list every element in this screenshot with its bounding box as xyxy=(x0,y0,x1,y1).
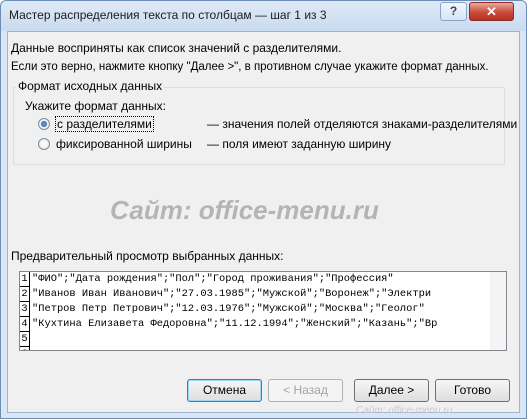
preview-row: 1 "ФИО";"Дата рождения";"Пол";"Город прож… xyxy=(20,272,490,287)
preview-row-number: 3 xyxy=(20,302,30,317)
radio-delimited-circle[interactable] xyxy=(38,118,50,130)
preview-row-text: "ФИО";"Дата рождения";"Пол";"Город прожи… xyxy=(32,273,394,285)
preview-row-text: "Иванов Иван Иванович";"27.03.1985";"Муж… xyxy=(32,288,432,300)
radio-delimited-label[interactable]: с разделителями xyxy=(55,116,154,132)
cancel-button[interactable]: Отмена xyxy=(187,379,262,402)
preview-row-text: "Кухтина Елизавета Федоровна";"11.12.199… xyxy=(32,318,438,330)
format-prompt: Укажите формат данных: xyxy=(25,99,166,113)
title-bar[interactable]: Мастер распределения текста по столбцам … xyxy=(1,1,526,31)
close-button[interactable]: ✕ xyxy=(469,2,514,21)
footer-watermark: Сайт: office-menu.ru xyxy=(356,405,453,416)
help-button[interactable]: ? xyxy=(440,2,467,21)
next-button[interactable]: Далее > xyxy=(354,379,429,402)
dialog-title: Мастер распределения текста по столбцам … xyxy=(9,8,327,22)
dialog-body: Данные восприняты как список значений с … xyxy=(7,31,520,416)
back-button[interactable]: < Назад xyxy=(268,379,343,402)
preview-row: 6 xyxy=(20,347,490,350)
preview-row-number: 2 xyxy=(20,287,30,302)
finish-button[interactable]: Готово xyxy=(435,379,510,402)
preview-vertical-scrollbar[interactable] xyxy=(490,271,507,351)
site-watermark: Сайт: office-menu.ru xyxy=(110,195,379,225)
radio-delimited-description: — значения полей отделяются знаками-разд… xyxy=(207,117,518,131)
preview-row: 3 "Петров Петр Петрович";"12.03.1976";"Му… xyxy=(20,302,490,317)
preview-row-number: 4 xyxy=(20,317,30,332)
preview-row: 2 "Иванов Иван Иванович";"27.03.1985";"Му… xyxy=(20,287,490,302)
text-to-columns-dialog: Мастер распределения текста по столбцам … xyxy=(0,0,527,419)
preview-label: Предварительный просмотр выбранных данны… xyxy=(11,249,284,263)
intro-text-2: Если это верно, нажмите кнопку "Далее >"… xyxy=(11,61,489,73)
radio-fixed-width-description: — поля имеют заданную ширину xyxy=(207,137,392,151)
intro-text-1: Данные восприняты как список значений с … xyxy=(11,41,342,55)
radio-fixed-width-label[interactable]: фиксированной ширины xyxy=(56,137,192,151)
radio-fixed-width-circle[interactable] xyxy=(38,138,50,150)
data-preview-pane[interactable]: 1 "ФИО";"Дата рождения";"Пол";"Город прож… xyxy=(19,271,491,351)
preview-row: 4 "Кухтина Елизавета Федоровна";"11.12.19… xyxy=(20,317,490,332)
preview-row-number: 1 xyxy=(20,272,30,287)
preview-row-text: "Петров Петр Петрович";"12.03.1976";"Муж… xyxy=(32,303,425,315)
preview-row-number: 5 xyxy=(20,332,30,347)
preview-row: 5 xyxy=(20,332,490,347)
radio-delimited[interactable]: с разделителями xyxy=(38,116,154,132)
source-format-group-label: Формат исходных данных xyxy=(16,79,165,93)
preview-row-number: 6 xyxy=(20,347,30,350)
radio-fixed-width[interactable]: фиксированной ширины xyxy=(38,136,192,152)
